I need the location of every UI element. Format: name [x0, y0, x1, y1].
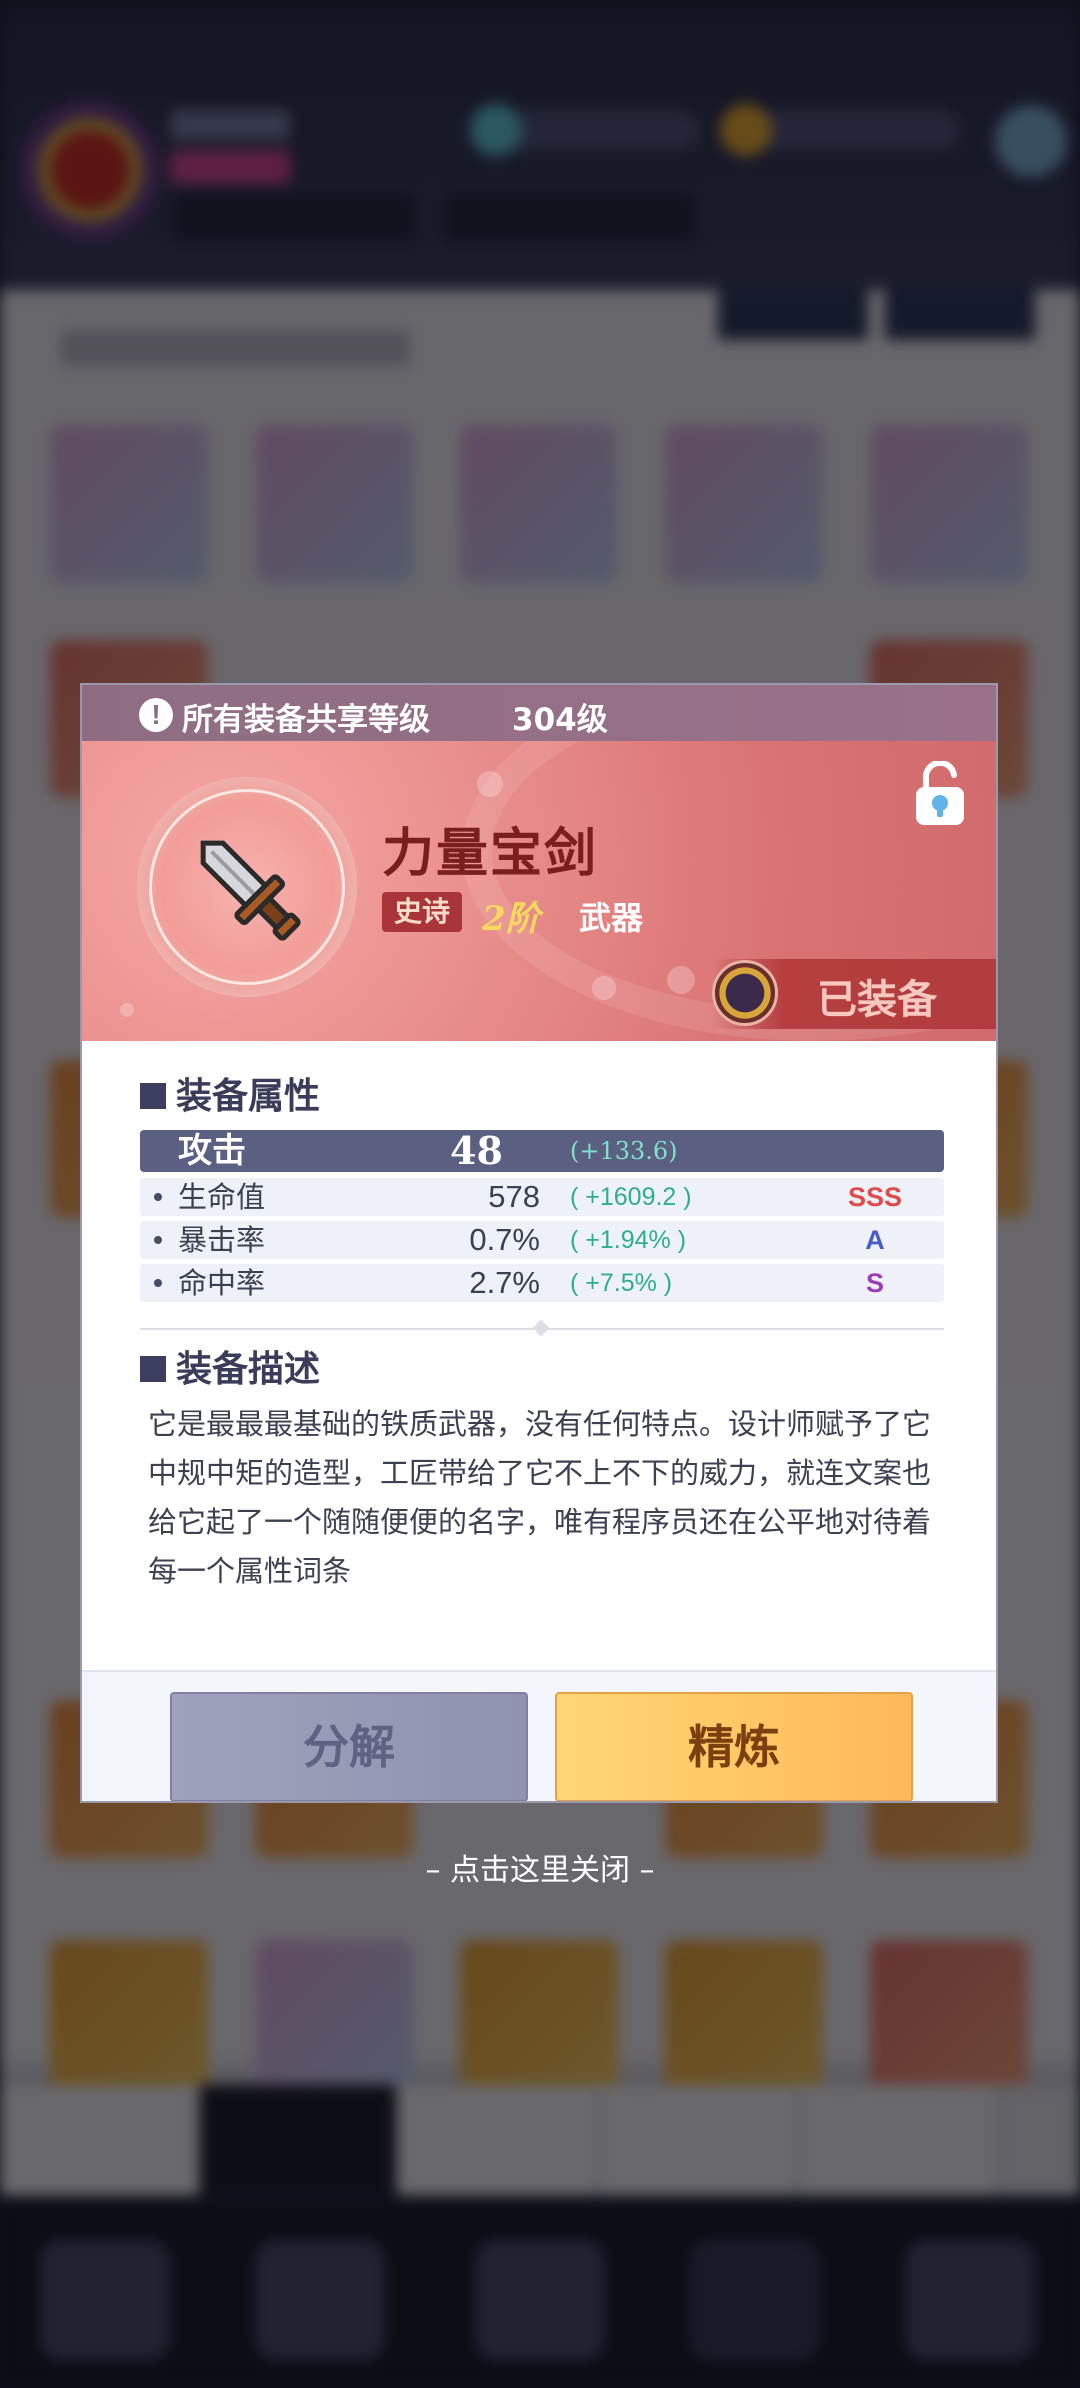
shared-level-bar: ! 所有装备共享等级 304级 — [82, 685, 996, 741]
attributes-section-title: 装备属性 — [140, 1067, 320, 1119]
divider-diamond-icon — [532, 1319, 550, 1337]
close-hint[interactable]: – 点击这里关闭 – — [0, 1845, 1080, 1889]
bullet-dot-icon — [154, 1279, 162, 1287]
sub-attribute-value: 578 — [488, 1179, 540, 1214]
item-type: 武器 — [579, 899, 644, 937]
description-section-title: 装备描述 — [140, 1340, 320, 1392]
main-attribute-value: 48 — [450, 1128, 503, 1173]
dialog-footer: 分解 精炼 — [82, 1670, 996, 1801]
item-header: 力量宝剑 史诗 2阶 武器 已装备 — [82, 741, 996, 1041]
sub-attribute-bonus: ( +7.5% ) — [570, 1269, 673, 1297]
equipped-label: 已装备 — [817, 976, 937, 1023]
bubble-decoration — [477, 771, 503, 797]
sub-attribute-grade: A — [865, 1225, 885, 1255]
main-attribute-bonus: (+133.6) — [570, 1137, 678, 1165]
main-attribute-row: 攻击 48 (+133.6) — [140, 1130, 944, 1172]
sub-attribute-grade: SSS — [847, 1182, 903, 1212]
bubble-decoration — [120, 1003, 134, 1017]
sub-attribute-value: 2.7% — [469, 1265, 540, 1300]
sword-icon — [200, 840, 301, 941]
unlock-icon[interactable] — [912, 761, 968, 827]
attributes-title-text: 装备属性 — [176, 1075, 321, 1117]
sub-attribute-bonus: ( +1.94% ) — [570, 1226, 687, 1254]
sub-attribute-name: 命中率 — [178, 1266, 266, 1300]
sub-attribute-grade: S — [865, 1268, 884, 1298]
bubble-decoration — [667, 966, 695, 994]
description-title-text: 装备描述 — [176, 1348, 321, 1390]
bullet-dot-icon — [154, 1193, 162, 1201]
refine-button[interactable]: 精炼 — [555, 1692, 913, 1801]
hero-avatar — [712, 960, 778, 1026]
equipped-tag: 已装备 — [712, 959, 996, 1029]
sub-attribute-value: 0.7% — [469, 1222, 540, 1257]
bubble-decoration — [592, 976, 616, 1000]
sub-attribute-name: 生命值 — [178, 1180, 266, 1214]
square-bullet-icon — [140, 1083, 166, 1109]
sub-attribute-row: 命中率 2.7% ( +7.5% ) S — [140, 1264, 944, 1302]
bullet-dot-icon — [154, 1236, 162, 1244]
shared-level-notice: 所有装备共享等级 — [182, 702, 430, 738]
decompose-button[interactable]: 分解 — [170, 1692, 528, 1801]
sub-attribute-bonus: ( +1609.2 ) — [570, 1183, 692, 1211]
sub-attribute-row: 生命值 578 ( +1609.2 ) SSS — [140, 1178, 944, 1216]
shared-level-value: 304级 — [512, 702, 608, 738]
equipment-detail-dialog: ! 所有装备共享等级 304级 力量宝剑 史诗 2阶 武器 已装备 装备属性 攻… — [80, 683, 998, 1803]
sub-attribute-name: 暴击率 — [178, 1223, 266, 1257]
main-attribute-name: 攻击 — [178, 1131, 246, 1171]
sub-attribute-row: 暴击率 0.7% ( +1.94% ) A — [140, 1221, 944, 1259]
square-bullet-icon — [140, 1356, 166, 1382]
exclamation-icon: ! — [139, 698, 173, 732]
item-name: 力量宝剑 — [382, 823, 599, 884]
item-tier: 2阶 — [482, 899, 540, 939]
item-description: 它是最最最基础的铁质武器，没有任何特点。设计师赋予了它中规中矩的造型，工匠带给了… — [148, 1407, 932, 1588]
rarity-badge: 史诗 — [382, 892, 462, 932]
item-icon-frame — [137, 777, 357, 997]
